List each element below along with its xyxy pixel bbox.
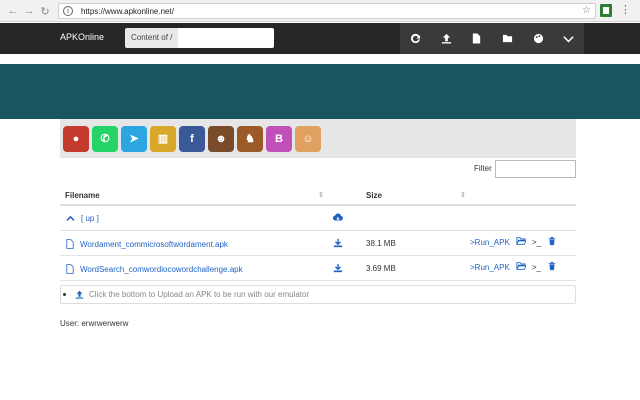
bookmark-star-icon[interactable]: ☆ — [582, 5, 591, 16]
file-icon[interactable] — [461, 23, 492, 54]
column-filename[interactable]: Filename — [65, 191, 100, 200]
cloud-download-icon[interactable] — [332, 213, 343, 225]
run-apk-link[interactable]: >Run_APK — [470, 238, 510, 247]
sort-icon[interactable]: ⇕ — [318, 191, 324, 199]
reload-icon[interactable]: ↻ — [38, 4, 52, 18]
browser-menu-icon[interactable]: ⋮ — [620, 3, 631, 17]
url-text: https://www.apkonline.net/ — [81, 7, 174, 16]
download-icon[interactable] — [333, 263, 343, 275]
path-input[interactable] — [178, 28, 274, 48]
trash-icon[interactable] — [547, 261, 557, 273]
user-label: User: erwrwerwerw — [60, 319, 129, 328]
back-arrow-icon[interactable]: ← — [6, 4, 20, 18]
browser-toolbar: ← → ↻ i https://www.apkonline.net/ ☆ ⋮ — [0, 0, 640, 22]
extension-icon[interactable] — [600, 4, 612, 17]
chevron-up-icon — [66, 215, 75, 221]
filter-label: Filter — [474, 164, 492, 173]
bullet-dot — [63, 293, 66, 296]
table-row: WordSearch_comwordiocowordchallenge.apk … — [60, 256, 576, 281]
upload-icon[interactable] — [431, 23, 462, 54]
file-icon — [66, 264, 74, 274]
table-row: Wordament_commicrosoftwordament.apk 38.1… — [60, 231, 576, 256]
column-size[interactable]: Size — [366, 191, 382, 200]
app-icon-game-character[interactable]: ☻ — [208, 125, 234, 152]
folder-icon[interactable] — [492, 23, 523, 54]
app-icon-bars-app[interactable]: ▥ — [150, 125, 176, 152]
info-icon[interactable]: i — [63, 6, 73, 16]
trash-icon[interactable] — [547, 236, 557, 248]
path-label: Content of / — [125, 28, 179, 48]
forward-arrow-icon[interactable]: → — [22, 4, 36, 18]
refresh-icon[interactable] — [400, 23, 431, 54]
app-icon-telegram[interactable]: ➤ — [121, 125, 147, 152]
chevron-down-icon[interactable] — [553, 23, 584, 54]
header-band — [0, 64, 640, 119]
app-icon-bingo[interactable]: B — [266, 125, 292, 152]
app-icon-sunglasses-character[interactable]: ☺ — [295, 125, 321, 152]
file-table: Filename ⇕ Size ⇕ [ up ] Wordament_commi… — [60, 185, 576, 281]
file-link[interactable]: WordSearch_comwordiocowordchallenge.apk — [80, 265, 243, 274]
table-row-up: [ up ] — [60, 206, 576, 231]
open-folder-icon[interactable] — [515, 261, 527, 273]
open-folder-icon[interactable] — [515, 236, 527, 248]
palette-icon[interactable] — [523, 23, 554, 54]
file-link[interactable]: Wordament_commicrosoftwordament.apk — [80, 240, 228, 249]
app-icon-angry-birds[interactable]: ● — [63, 125, 89, 152]
terminal-link[interactable]: >_ — [532, 238, 541, 247]
table-header: Filename ⇕ Size ⇕ — [60, 185, 576, 206]
filter-input[interactable] — [495, 160, 576, 178]
run-apk-link[interactable]: >Run_APK — [470, 263, 510, 272]
download-icon[interactable] — [333, 238, 343, 250]
upload-icon — [75, 290, 84, 299]
toolbar-icons — [400, 23, 584, 54]
address-bar[interactable]: i https://www.apkonline.net/ ☆ — [58, 3, 596, 19]
app-icon-whatsapp[interactable]: ✆ — [92, 125, 118, 152]
brand-link[interactable]: APKOnline — [60, 32, 104, 42]
upload-bar[interactable]: Click the bottom to Upload an APK to be … — [60, 285, 576, 304]
featured-apps-strip: ● ✆ ➤ ▥ f ☻ ♞ B ☺ — [60, 119, 576, 158]
file-size: 3.69 MB — [366, 264, 396, 273]
sort-icon[interactable]: ⇕ — [460, 191, 466, 199]
app-icon-chess-board[interactable]: ♞ — [237, 125, 263, 152]
terminal-link[interactable]: >_ — [532, 263, 541, 272]
file-size: 38.1 MB — [366, 239, 396, 248]
app-topbar: APKOnline Content of / — [0, 23, 640, 54]
up-directory-link[interactable]: [ up ] — [81, 214, 99, 223]
file-icon — [66, 239, 74, 249]
upload-hint: Click the bottom to Upload an APK to be … — [89, 290, 310, 299]
app-icon-facebook[interactable]: f — [179, 125, 205, 152]
